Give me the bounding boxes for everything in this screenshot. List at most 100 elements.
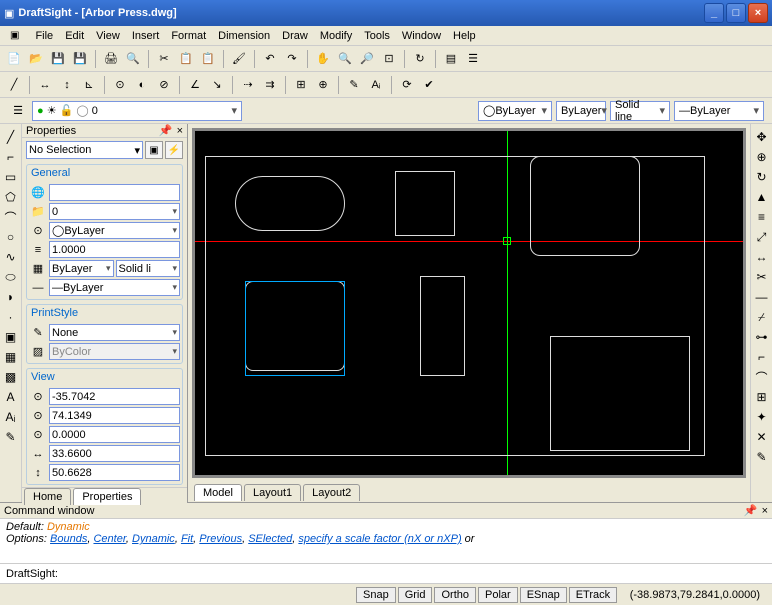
cut-button[interactable]: ✂	[154, 49, 174, 69]
tab-properties[interactable]: Properties	[73, 488, 141, 505]
brush-button[interactable]: 🖌	[229, 49, 249, 69]
erase-tool-icon[interactable]: ✕	[753, 428, 771, 446]
menu-view[interactable]: View	[90, 28, 126, 44]
prop-y[interactable]: 74.1349	[49, 407, 180, 424]
diameter-button[interactable]: ⊘	[154, 75, 174, 95]
cmd-option[interactable]: SElected	[248, 533, 292, 545]
prop-x[interactable]: -35.7042	[49, 388, 180, 405]
cmd-pin-icon[interactable]: 📌	[744, 504, 758, 517]
radius-button[interactable]: ◐	[132, 75, 152, 95]
prop-value[interactable]	[49, 184, 180, 201]
ellipsearc-tool-icon[interactable]: ◗	[2, 288, 20, 306]
command-input[interactable]: DraftSight:	[0, 563, 772, 583]
style-button[interactable]: Aᵢ	[366, 75, 386, 95]
tab-model[interactable]: Model	[194, 484, 242, 501]
mtext-tool-icon[interactable]: Aᵢ	[2, 408, 20, 426]
menu-draw[interactable]: Draw	[276, 28, 314, 44]
chamfer-tool-icon[interactable]: ⌐	[753, 348, 771, 366]
tab-home[interactable]: Home	[24, 488, 71, 505]
continue-button[interactable]: ⇢	[238, 75, 258, 95]
hatch-tool-icon[interactable]: ▦	[2, 348, 20, 366]
layer-combo[interactable]: ● ☀ 🔓 ◯ 0 ▾	[32, 101, 242, 121]
saveas-button[interactable]: 💾	[70, 49, 90, 69]
menu-tools[interactable]: Tools	[358, 28, 396, 44]
prop-printstyle[interactable]: None▾	[49, 324, 180, 341]
break-tool-icon[interactable]: ⌿	[753, 308, 771, 326]
prop-linetype[interactable]: ByLayer▾	[49, 260, 114, 277]
edit-button[interactable]: ✎	[344, 75, 364, 95]
move-tool-icon[interactable]: ✥	[753, 128, 771, 146]
circle-dim-button[interactable]: ⊙	[110, 75, 130, 95]
redo-button[interactable]: ↷	[282, 49, 302, 69]
refresh-button[interactable]: ↻	[410, 49, 430, 69]
block-tool-icon[interactable]: ▣	[2, 328, 20, 346]
dim3-button[interactable]: ⊾	[79, 75, 99, 95]
polyline-tool-icon[interactable]: ⌐	[2, 148, 20, 166]
explode-tool-icon[interactable]: ✦	[753, 408, 771, 426]
extend-tool-icon[interactable]: —	[753, 288, 771, 306]
mirror-tool-icon[interactable]: ▲	[753, 188, 771, 206]
circle-tool-icon[interactable]: ○	[2, 228, 20, 246]
array-tool-icon[interactable]: ⊞	[753, 388, 771, 406]
point-tool-icon[interactable]: ·	[2, 308, 20, 326]
panel-pin-icon[interactable]: 📌	[159, 124, 173, 137]
linetype-combo[interactable]: ByLayer▾	[556, 101, 606, 121]
tab-layout2[interactable]: Layout2	[303, 484, 360, 501]
fillet-tool-icon[interactable]: ⌒	[753, 368, 771, 386]
scale-tool-icon[interactable]: ⤢	[753, 228, 771, 246]
tab-layout1[interactable]: Layout1	[244, 484, 301, 501]
print-button[interactable]: 🖨	[101, 49, 121, 69]
menu-edit[interactable]: Edit	[59, 28, 90, 44]
snap-toggle[interactable]: Snap	[356, 587, 396, 603]
arc-tool-icon[interactable]: ⌒	[2, 208, 20, 226]
undo-button[interactable]: ↶	[260, 49, 280, 69]
prop-scale[interactable]: 1.0000	[49, 241, 180, 258]
close-button[interactable]: ×	[748, 3, 768, 23]
menu-window[interactable]: Window	[396, 28, 447, 44]
panel-close-icon[interactable]: ×	[177, 125, 183, 137]
prop-layer[interactable]: 0▾	[49, 203, 180, 220]
edit-tool-icon[interactable]: ✎	[753, 448, 771, 466]
prop-linecolor[interactable]: ◯ ByLayer▾	[49, 222, 180, 239]
lineweight-combo[interactable]: Solid line▾	[610, 101, 670, 121]
menu-file[interactable]: File	[29, 28, 59, 44]
note-tool-icon[interactable]: ✎	[2, 428, 20, 446]
text-tool-icon[interactable]: A	[2, 388, 20, 406]
cmd-close-icon[interactable]: ×	[762, 505, 768, 517]
prop-lineweight[interactable]: Solid li▾	[116, 260, 181, 277]
zoom-window-button[interactable]: 🔎	[357, 49, 377, 69]
dim2-button[interactable]: ↕	[57, 75, 77, 95]
minimize-button[interactable]: _	[704, 3, 724, 23]
copy-button[interactable]: 📋	[176, 49, 196, 69]
new-button[interactable]: 📄	[4, 49, 24, 69]
layers-button[interactable]: ☰	[463, 49, 483, 69]
prop-linestyle[interactable]: — ByLayer▾	[49, 279, 180, 296]
join-tool-icon[interactable]: ⊶	[753, 328, 771, 346]
menu-modify[interactable]: Modify	[314, 28, 358, 44]
zoom-extents-button[interactable]: ⊡	[379, 49, 399, 69]
cmd-option[interactable]: Fit	[181, 533, 193, 545]
menu-dimension[interactable]: Dimension	[212, 28, 276, 44]
grid-toggle[interactable]: Grid	[398, 587, 433, 603]
selection-combo[interactable]: No Selection ▾	[26, 141, 143, 159]
trim-tool-icon[interactable]: ✂	[753, 268, 771, 286]
polygon-tool-icon[interactable]: ⬠	[2, 188, 20, 206]
leader-button[interactable]: ↘	[207, 75, 227, 95]
drawing-canvas[interactable]	[195, 131, 743, 475]
cmd-option[interactable]: Dynamic	[132, 533, 175, 545]
line-button[interactable]: ╱	[4, 75, 24, 95]
zoom-button[interactable]: 🔍	[335, 49, 355, 69]
menu-format[interactable]: Format	[165, 28, 212, 44]
spline-tool-icon[interactable]: ∿	[2, 248, 20, 266]
pan-button[interactable]: ✋	[313, 49, 333, 69]
ellipse-tool-icon[interactable]: ⬭	[2, 268, 20, 286]
menu-insert[interactable]: Insert	[126, 28, 166, 44]
baseline-button[interactable]: ⇉	[260, 75, 280, 95]
cmd-option[interactable]: Previous	[199, 533, 242, 545]
update-button[interactable]: ⟳	[397, 75, 417, 95]
cmd-option[interactable]: Center	[93, 533, 125, 545]
cmd-option[interactable]: Bounds	[50, 533, 87, 545]
prop-printcolor[interactable]: ByColor▾	[49, 343, 180, 360]
tolerance-button[interactable]: ⊞	[291, 75, 311, 95]
paste-button[interactable]: 📋	[198, 49, 218, 69]
